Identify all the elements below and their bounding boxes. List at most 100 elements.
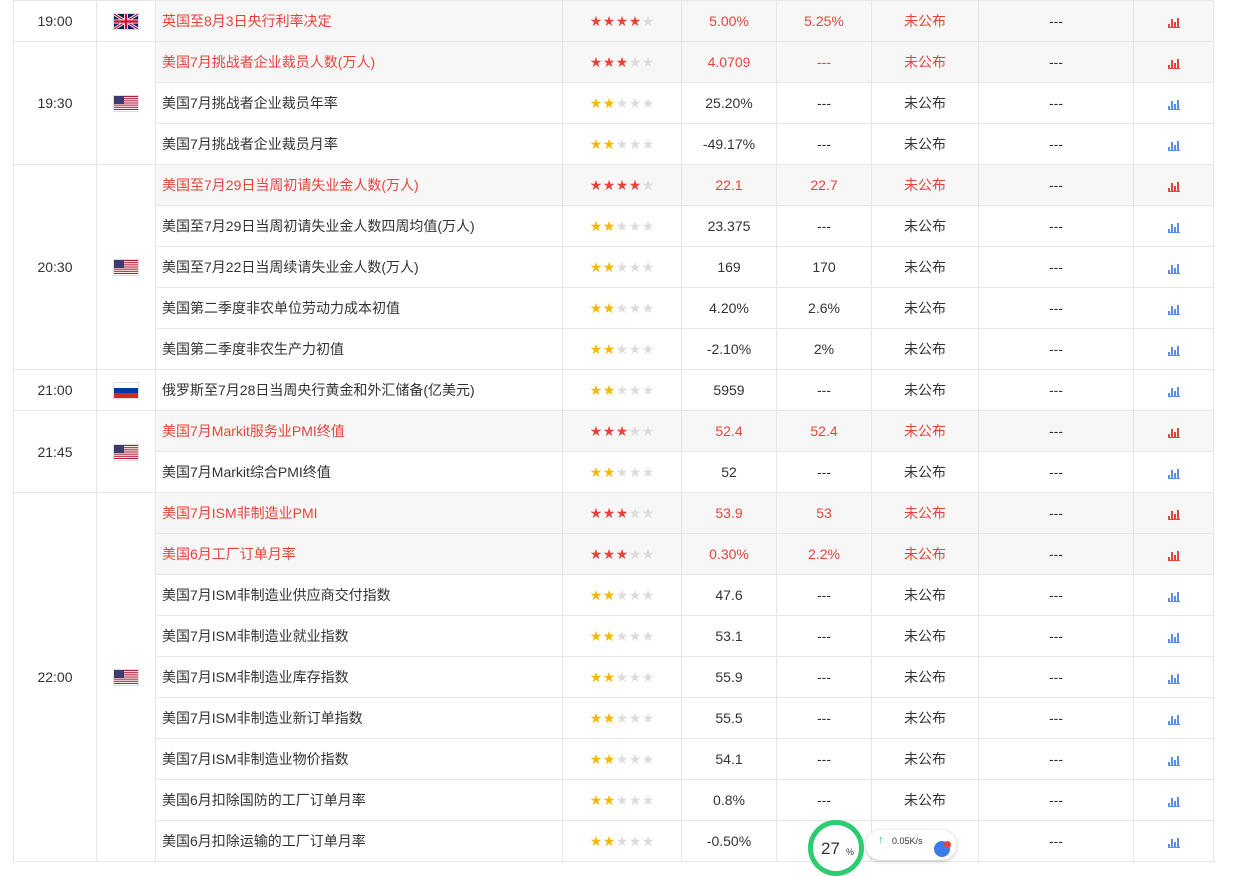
bar-chart-icon[interactable] — [1167, 714, 1180, 725]
table-row[interactable]: 美国第二季度非农生产力初值 ★★★★★ -2.10% 2% 未公布 --- — [14, 328, 1214, 370]
event-name[interactable]: 英国至8月3日央行利率决定 — [155, 0, 563, 42]
table-row[interactable]: 美国至7月22日当周续请失业金人数(万人) ★★★★★ 169 170 未公布 --- — [14, 246, 1214, 288]
previous-value: 5.00% — [681, 0, 777, 42]
network-speed-widget[interactable]: 27 % ↑ 0.05K/s — [806, 818, 956, 876]
table-row[interactable]: 19:30 美国7月挑战者企业裁员人数(万人) ★★★★★ 4.0709 --- 未公布 -… — [13, 41, 1214, 165]
bar-chart-icon[interactable] — [1167, 99, 1180, 110]
chart-cell[interactable] — [1133, 246, 1214, 288]
bar-chart-icon[interactable] — [1167, 345, 1180, 356]
table-row[interactable]: 21:00 俄罗斯至7月28日当周央行黄金和外汇储备(亿美元) ★★★★★ 5959-… — [13, 369, 1214, 411]
chart-cell[interactable] — [1133, 287, 1214, 329]
chart-cell[interactable] — [1133, 369, 1214, 411]
bar-chart-icon[interactable] — [1167, 509, 1180, 520]
forecast-value: --- — [776, 82, 872, 124]
bar-chart-icon[interactable] — [1167, 468, 1180, 479]
table-row[interactable]: 美国至7月29日当周初请失业金人数四周均值(万人) ★★★★★ 23.375 --- 未… — [14, 205, 1214, 247]
event-name[interactable]: 美国7月ISM非制造业库存指数 — [155, 656, 563, 698]
table-row[interactable]: 美国7月ISM非制造业库存指数 ★★★★★ 55.9 --- 未公布 --- — [14, 656, 1214, 698]
event-name[interactable]: 美国7月Markit综合PMI终值 — [155, 451, 563, 493]
bar-chart-icon[interactable] — [1167, 591, 1180, 602]
bar-chart-icon[interactable] — [1167, 632, 1180, 643]
chart-cell[interactable] — [1133, 615, 1214, 657]
chart-cell[interactable] — [1133, 779, 1214, 821]
event-name[interactable]: 美国7月ISM非制造业供应商交付指数 — [155, 574, 563, 616]
event-name[interactable]: 俄罗斯至7月28日当周央行黄金和外汇储备(亿美元) — [155, 369, 563, 411]
table-row[interactable]: 美国7月挑战者企业裁员月率 ★★★★★ -49.17% --- 未公布 --- — [14, 123, 1214, 165]
event-name[interactable]: 美国7月ISM非制造业物价指数 — [155, 738, 563, 780]
chart-cell[interactable] — [1133, 574, 1214, 616]
bar-chart-icon[interactable] — [1167, 181, 1180, 192]
event-name[interactable]: 美国7月ISM非制造业就业指数 — [155, 615, 563, 657]
bar-chart-icon[interactable] — [1167, 796, 1180, 807]
chart-cell[interactable] — [1133, 820, 1214, 862]
chart-cell[interactable] — [1133, 205, 1214, 247]
chart-cell[interactable] — [1133, 656, 1214, 698]
bar-chart-icon[interactable] — [1167, 222, 1180, 233]
table-row[interactable]: 美国7月ISM非制造业就业指数 ★★★★★ 53.1 --- 未公布 --- — [14, 615, 1214, 657]
bar-chart-icon[interactable] — [1167, 58, 1180, 69]
forecast-value: --- — [776, 615, 872, 657]
chart-cell[interactable] — [1133, 738, 1214, 780]
chart-cell[interactable] — [1133, 0, 1214, 42]
table-row[interactable]: 美国7月ISM非制造业供应商交付指数 ★★★★★ 47.6 --- 未公布 --- — [14, 574, 1214, 616]
table-row[interactable]: 美国7月挑战者企业裁员年率 ★★★★★ 25.20% --- 未公布 --- — [14, 82, 1214, 124]
chart-cell[interactable] — [1133, 82, 1214, 124]
bar-chart-icon[interactable] — [1167, 304, 1180, 315]
chart-cell[interactable] — [1133, 533, 1214, 575]
event-name[interactable]: 美国7月ISM非制造业新订单指数 — [155, 697, 563, 739]
bar-chart-icon[interactable] — [1167, 550, 1180, 561]
impact-value: --- — [978, 656, 1134, 698]
event-name[interactable]: 美国7月挑战者企业裁员人数(万人) — [155, 41, 563, 83]
previous-value: 0.30% — [681, 533, 777, 575]
event-name[interactable]: 美国7月Markit服务业PMI终值 — [155, 410, 563, 452]
bar-chart-icon[interactable] — [1167, 263, 1180, 274]
bar-chart-icon[interactable] — [1167, 755, 1180, 766]
bar-chart-icon[interactable] — [1167, 427, 1180, 438]
impact-value: --- — [978, 328, 1134, 370]
chart-cell[interactable] — [1133, 410, 1214, 452]
event-name[interactable]: 美国7月挑战者企业裁员年率 — [155, 82, 563, 124]
table-row[interactable]: 19:00 英国至8月3日央行利率决定 ★★★★★ 5.00% 5.25% 未公布 --- — [13, 0, 1214, 42]
event-name[interactable]: 美国至7月29日当周初请失业金人数四周均值(万人) — [155, 205, 563, 247]
star-icon: ★ — [628, 587, 642, 603]
event-name[interactable]: 美国至7月29日当周初请失业金人数(万人) — [155, 164, 563, 206]
table-row[interactable]: 21:45 美国7月Markit服务业PMI终值 ★★★★★ 52.4 52.4 未公布 -… — [13, 410, 1214, 493]
chart-cell[interactable] — [1133, 492, 1214, 534]
event-name[interactable]: 美国6月工厂订单月率 — [155, 533, 563, 575]
star-icon: ★ — [641, 423, 655, 439]
chart-cell[interactable] — [1133, 164, 1214, 206]
table-row[interactable]: 美国6月工厂订单月率 ★★★★★ 0.30% 2.2% 未公布 --- — [14, 533, 1214, 575]
star-icon: ★ — [641, 505, 655, 521]
event-name[interactable]: 美国7月挑战者企业裁员月率 — [155, 123, 563, 165]
table-row[interactable]: 22:00 美国7月ISM非制造业PMI ★★★★★ 53.9 53 未公布 --- — [13, 492, 1214, 862]
star-icon: ★ — [641, 54, 655, 70]
table-row[interactable]: 美国7月ISM非制造业物价指数 ★★★★★ 54.1 --- 未公布 --- — [14, 738, 1214, 780]
chart-cell[interactable] — [1133, 41, 1214, 83]
table-row[interactable]: 美国第二季度非农单位劳动力成本初值 ★★★★★ 4.20% 2.6% 未公布 --- — [14, 287, 1214, 329]
table-row[interactable]: 美国6月扣除国防的工厂订单月率 ★★★★★ 0.8% --- 未公布 --- — [14, 779, 1214, 821]
bar-chart-icon[interactable] — [1167, 673, 1180, 684]
event-name[interactable]: 美国6月扣除运输的工厂订单月率 — [155, 820, 563, 862]
notification-dot-icon — [944, 841, 951, 848]
chart-cell[interactable] — [1133, 451, 1214, 493]
impact-value: --- — [978, 779, 1134, 821]
speed-pill: ↑ 0.05K/s — [866, 830, 956, 860]
bar-chart-icon[interactable] — [1167, 837, 1180, 848]
bar-chart-icon[interactable] — [1167, 17, 1180, 28]
chart-cell[interactable] — [1133, 328, 1214, 370]
event-name[interactable]: 美国至7月22日当周续请失业金人数(万人) — [155, 246, 563, 288]
table-row[interactable]: 20:30 美国至7月29日当周初请失业金人数(万人) ★★★★★ 22.1 22.7 未… — [13, 164, 1214, 370]
bar-chart-icon[interactable] — [1167, 140, 1180, 151]
event-name[interactable]: 美国第二季度非农生产力初值 — [155, 328, 563, 370]
table-row[interactable]: 美国7月ISM非制造业新订单指数 ★★★★★ 55.5 --- 未公布 --- — [14, 697, 1214, 739]
table-row[interactable]: 美国6月扣除运输的工厂订单月率★★★★★-0.50%0--- — [14, 820, 1214, 862]
event-name[interactable]: 美国第二季度非农单位劳动力成本初值 — [155, 287, 563, 329]
impact-value: --- — [978, 0, 1134, 42]
event-name[interactable]: 美国6月扣除国防的工厂订单月率 — [155, 779, 563, 821]
bar-chart-icon[interactable] — [1167, 386, 1180, 397]
table-row[interactable]: 美国7月Markit综合PMI终值 ★★★★★ 52 --- 未公布 --- — [14, 451, 1214, 493]
chart-cell[interactable] — [1133, 123, 1214, 165]
event-name[interactable]: 美国7月ISM非制造业PMI — [155, 492, 563, 534]
chart-cell[interactable] — [1133, 697, 1214, 739]
star-icon: ★ — [615, 300, 629, 316]
